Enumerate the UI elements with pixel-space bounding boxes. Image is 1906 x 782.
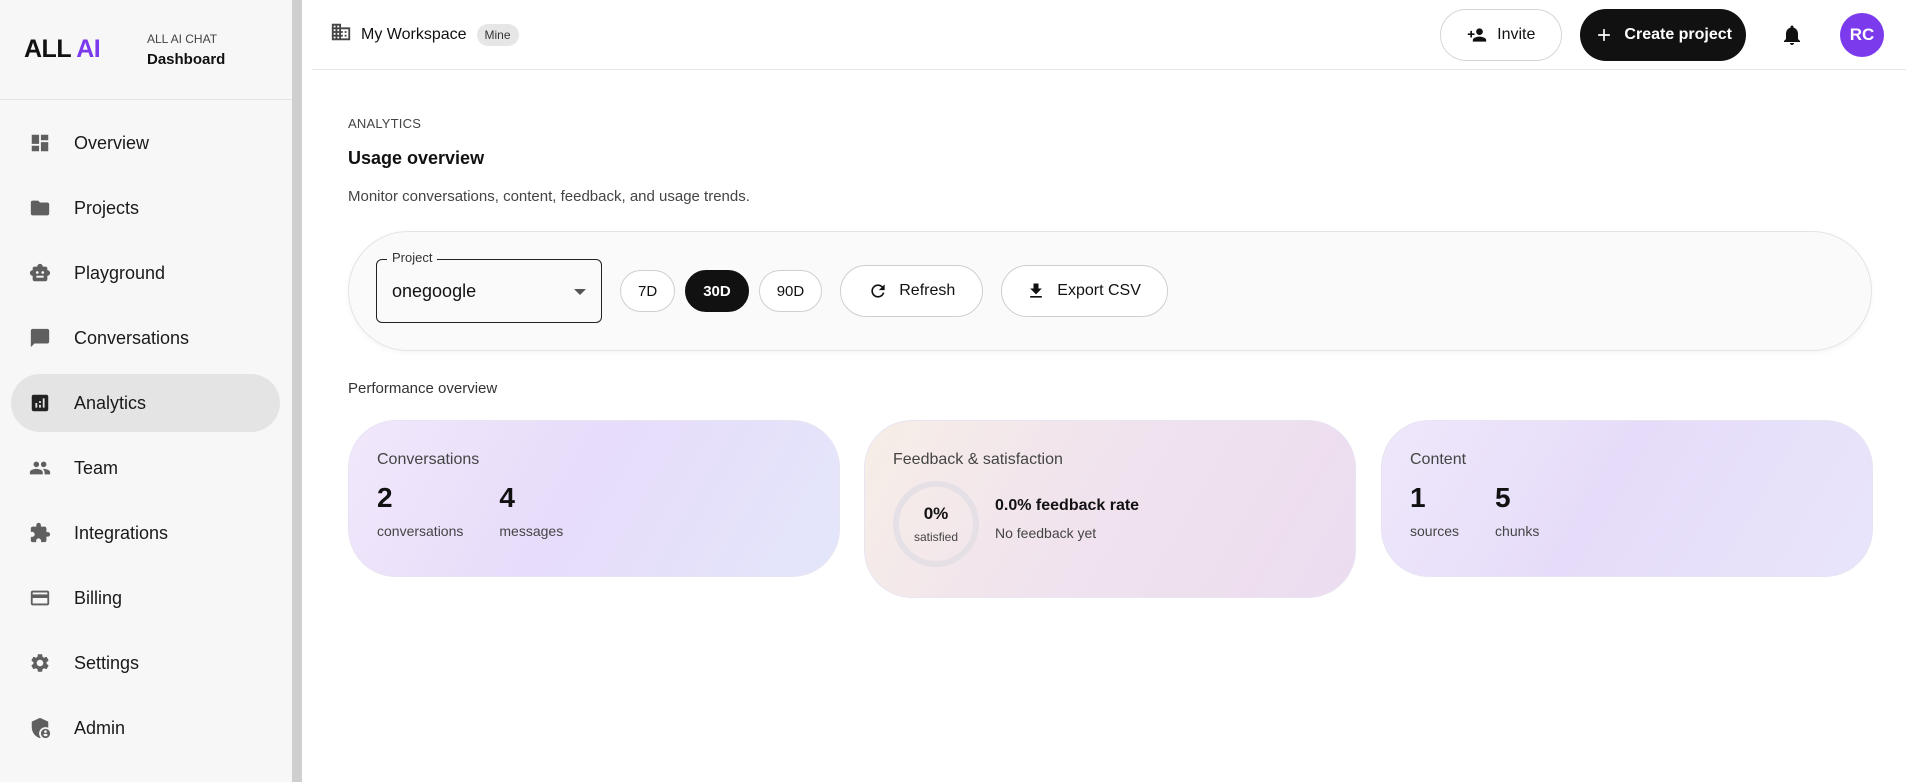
refresh-label: Refresh — [899, 282, 956, 299]
puzzle-icon — [29, 522, 51, 544]
sidebar-item-label: Billing — [74, 587, 123, 608]
notifications-button[interactable] — [1772, 15, 1812, 55]
stats-row: 2 conversations 4 messages — [377, 481, 811, 539]
refresh-icon — [871, 284, 885, 298]
download-icon — [1030, 283, 1043, 298]
sidebar-item-label: Team — [74, 457, 119, 478]
sidebar-item-settings[interactable]: Settings — [11, 634, 280, 692]
page-eyebrow: ANALYTICS — [348, 116, 422, 131]
create-project-label: Create project — [1624, 25, 1732, 43]
refresh-button[interactable]: Refresh — [840, 265, 984, 317]
gear-icon — [29, 652, 51, 674]
feedback-text: 0.0% feedback rate No feedback yet — [995, 497, 1139, 541]
sidebar-item-label: Projects — [74, 197, 140, 218]
ring-label: satisfied — [913, 530, 959, 544]
page-description: Monitor conversations, content, feedback… — [348, 188, 750, 205]
export-csv-button[interactable]: Export CSV — [1001, 265, 1168, 317]
sidebar-item-label: Settings — [74, 652, 140, 673]
workspace-badge: Mine — [476, 23, 519, 46]
caret-down-icon — [574, 289, 586, 295]
stat-label: messages — [499, 523, 564, 539]
sidebar-item-integrations[interactable]: Integrations — [11, 504, 280, 562]
sidebar-item-team[interactable]: Team — [11, 439, 280, 497]
main-content: ANALYTICS Usage overview Monitor convers… — [348, 71, 1873, 610]
satisfaction-ring: 0% satisfied — [893, 481, 979, 567]
project-select-value: onegoogle — [392, 280, 477, 301]
stat-label: sources — [1410, 523, 1460, 539]
brand-header: ALL AI ALL AI CHAT Dashboard — [0, 0, 292, 100]
plus-icon — [1598, 28, 1611, 41]
avatar[interactable]: RC — [1840, 12, 1884, 57]
sidebar-item-label: Playground — [74, 262, 166, 283]
stat-value: 2 — [377, 482, 393, 513]
admin-shield-icon — [29, 717, 51, 739]
sidebar-item-label: Integrations — [74, 522, 169, 543]
brand-subtitle: ALL AI CHAT — [147, 31, 218, 46]
workspace-name[interactable]: My Workspace — [361, 26, 467, 44]
sidebar-item-admin[interactable]: Admin — [11, 699, 280, 757]
folder-icon — [29, 197, 51, 219]
sidebar-item-label: Admin — [74, 717, 126, 738]
invite-label: Invite — [1497, 25, 1536, 43]
filter-bar: Project onegoogle 7D 30D 90D Refresh Exp… — [348, 231, 1872, 351]
sidebar-item-overview[interactable]: Overview — [11, 114, 280, 172]
credit-card-icon — [29, 587, 51, 609]
performance-cards: Conversations 2 conversations 4 messages… — [348, 420, 1873, 610]
sidebar-nav: Overview Projects Playground Conversatio… — [0, 100, 292, 757]
logo[interactable]: ALL AI — [24, 35, 147, 64]
project-select[interactable]: Project onegoogle — [376, 250, 602, 323]
stat-label: conversations — [377, 523, 464, 539]
range-90d-chip[interactable]: 90D — [758, 270, 823, 312]
content-card: Content 1 sources 5 chunks — [1381, 420, 1873, 577]
feedback-card: Feedback & satisfaction 0% satisfied 0.0… — [864, 420, 1356, 598]
card-title: Conversations — [377, 451, 480, 468]
top-bar: My Workspace Mine Invite Create project … — [312, 0, 1906, 70]
feedback-rate: 0.0% feedback rate — [995, 497, 1140, 514]
people-icon — [29, 457, 51, 479]
create-project-button[interactable]: Create project — [1580, 8, 1746, 61]
person-add-icon — [1467, 27, 1487, 42]
sidebar-item-conversations[interactable]: Conversations — [11, 309, 280, 367]
sidebar-item-label: Overview — [74, 132, 150, 153]
stat-label: chunks — [1495, 523, 1540, 539]
stat-value: 4 — [499, 482, 515, 513]
sidebar-item-billing[interactable]: Billing — [11, 569, 280, 627]
section-title: Performance overview — [348, 380, 498, 397]
card-title: Content — [1410, 451, 1467, 468]
stat-value: 1 — [1410, 482, 1426, 513]
conversations-card: Conversations 2 conversations 4 messages — [348, 420, 840, 577]
brand-title: Dashboard — [147, 50, 226, 68]
ring-value: 0% — [923, 504, 949, 523]
sidebar-item-projects[interactable]: Projects — [11, 179, 280, 237]
range-30d-chip[interactable]: 30D — [685, 270, 749, 312]
project-select-label: Project — [387, 250, 438, 265]
sidebar-item-label: Analytics — [74, 392, 147, 413]
analytics-icon — [29, 392, 51, 414]
sidebar-item-analytics[interactable]: Analytics — [11, 374, 280, 432]
invite-button[interactable]: Invite — [1440, 8, 1563, 61]
bell-icon — [1784, 25, 1800, 45]
stat-conversations: 2 conversations — [377, 481, 463, 539]
stat-messages: 4 messages — [499, 481, 563, 539]
dashboard-icon — [29, 132, 51, 154]
stat-chunks: 5 chunks — [1495, 481, 1539, 539]
card-title: Feedback & satisfaction — [893, 451, 1063, 468]
sidebar: ALL AI ALL AI CHAT Dashboard Overview Pr… — [0, 0, 302, 782]
brand-text: ALL AI CHAT Dashboard — [147, 32, 225, 68]
building-icon — [330, 21, 352, 48]
range-7d-chip[interactable]: 7D — [620, 270, 676, 312]
feedback-note: No feedback yet — [995, 525, 1097, 541]
page-title: Usage overview — [348, 148, 485, 168]
sidebar-item-playground[interactable]: Playground — [11, 244, 280, 302]
export-csv-label: Export CSV — [1057, 282, 1141, 299]
sidebar-item-label: Conversations — [74, 327, 190, 348]
robot-icon — [29, 262, 51, 284]
chat-icon — [29, 327, 51, 349]
stats-row: 1 sources 5 chunks — [1410, 481, 1844, 539]
stat-sources: 1 sources — [1410, 481, 1459, 539]
stat-value: 5 — [1495, 482, 1511, 513]
feedback-row: 0% satisfied 0.0% feedback rate No feedb… — [893, 481, 1327, 567]
